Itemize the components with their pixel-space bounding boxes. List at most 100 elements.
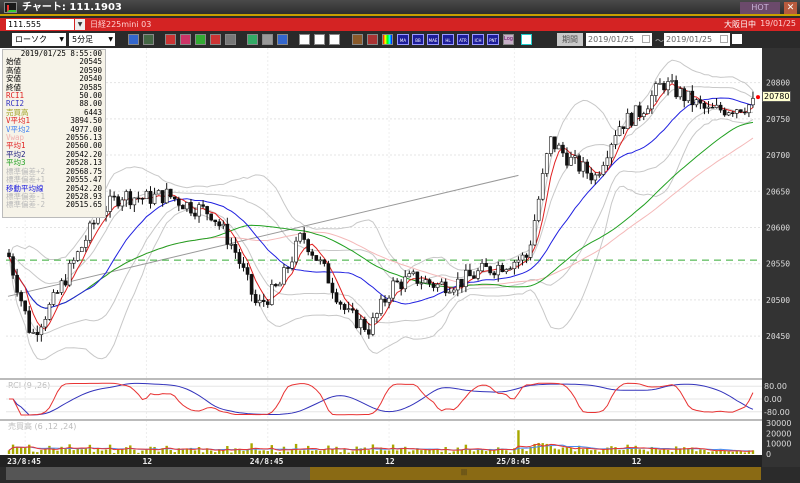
navigator-selection[interactable] [310, 467, 761, 480]
pen-icon[interactable] [367, 34, 378, 45]
symbol-input[interactable] [6, 19, 74, 30]
volume-bar [11, 444, 15, 454]
calendar-icon[interactable] [720, 35, 728, 43]
candle-body [508, 268, 513, 271]
candle-body [338, 301, 343, 305]
volume-title: 売買高 (6 ,12 ,24) [8, 421, 76, 431]
indicator-hl-button[interactable]: HL [442, 34, 454, 45]
info-panel: 2019/01/25 8:55:00 始値 20545 高値 20590 安値 20540… [2, 49, 106, 218]
candle-body [7, 252, 11, 257]
candle-body [245, 267, 250, 275]
candle-body [730, 112, 735, 115]
period-checkbox[interactable] [732, 34, 742, 44]
toolbar: ローソク ▼ 5分足 ▼ MA BB MAE HL ATR ICH PNT Log 期間 201… [0, 31, 800, 48]
calendar-icon[interactable] [642, 35, 650, 43]
indicator-ma-button[interactable]: MA [397, 34, 409, 45]
link-right-tool-icon[interactable] [314, 34, 325, 45]
volume-bar [23, 447, 27, 454]
date-to-input[interactable]: 2019/01/25 [664, 33, 730, 46]
rainbow-icon[interactable] [382, 34, 393, 45]
rci-tick-label: -80.00 [764, 408, 790, 417]
indicator-bb-button[interactable]: BB [412, 34, 424, 45]
hot-button[interactable]: HOT [740, 2, 780, 14]
candle-body [128, 191, 133, 206]
eraser-tool-icon[interactable] [277, 34, 288, 45]
candle-body [144, 190, 149, 200]
volume-bar [230, 452, 233, 454]
volume-bar [541, 443, 544, 454]
time-tick-label: 12 [632, 457, 642, 466]
indicator-pnt-button[interactable]: PNT [487, 34, 499, 45]
candle [391, 277, 395, 302]
candle-body [164, 188, 169, 204]
volume-bar [727, 451, 730, 454]
volume-bar [169, 450, 172, 454]
candle [75, 250, 80, 262]
volume-bar [626, 444, 629, 454]
candle-body [290, 261, 294, 269]
close-button[interactable]: ✕ [784, 2, 797, 14]
candle-body [662, 83, 666, 91]
target-tool-icon[interactable] [180, 34, 191, 45]
candle-body [367, 329, 371, 335]
volume-bar [666, 449, 670, 454]
chart-fit-tool-icon[interactable] [195, 34, 206, 45]
volume-bar [282, 446, 286, 454]
candle-body [512, 261, 517, 270]
navigator-scrollbar[interactable]: ||| [6, 467, 761, 480]
settings-icon[interactable] [352, 34, 363, 45]
candle-body [447, 291, 452, 294]
volume-bar [339, 452, 342, 454]
candle-body [674, 80, 678, 98]
candle-body [500, 265, 505, 273]
volume-bar [509, 452, 512, 454]
volume-bar [731, 451, 734, 454]
link-left-tool-icon[interactable] [299, 34, 310, 45]
rci-tick-label: 80.00 [764, 382, 787, 391]
candle-body [593, 174, 598, 181]
color-palette-icon[interactable] [521, 34, 532, 45]
pointer-tool-icon[interactable] [262, 34, 273, 45]
disabled-tool-icon[interactable] [225, 34, 236, 45]
candle-body [561, 144, 565, 154]
volume-bar [19, 447, 23, 454]
symbol-dropdown-icon[interactable]: ▼ [75, 19, 85, 30]
volume-bar [590, 450, 593, 454]
volume-bar [319, 450, 322, 454]
volume-bar [32, 451, 35, 454]
chart-type-select[interactable]: ローソク ▼ [12, 33, 66, 46]
window-title: チャート: 111.1903 [22, 2, 122, 13]
market-label: 大阪日中 [724, 20, 756, 29]
candle [59, 278, 64, 296]
crosshair-tool-icon[interactable] [143, 34, 154, 45]
volume-bar [88, 444, 92, 454]
draw-tool-icon[interactable] [247, 34, 258, 45]
navigator-grip-icon[interactable]: ||| [461, 469, 467, 476]
candle [209, 213, 213, 222]
candle-body [27, 310, 32, 333]
buy-sell-tool-icon[interactable] [165, 34, 176, 45]
volume-bar [670, 451, 674, 454]
interval-select[interactable]: 5分足 ▼ [69, 33, 115, 46]
volume-bar [307, 445, 310, 454]
candle-body [751, 98, 755, 106]
split-tool-icon[interactable] [210, 34, 221, 45]
volume-bar [497, 447, 500, 454]
date-from-input[interactable]: 2019/01/25 [586, 33, 652, 46]
price-chart[interactable]: 20800 20750 20700 20650 20600 20550 20500 20450… [0, 48, 800, 467]
price-tick-label: 20700 [766, 151, 790, 160]
period-button[interactable]: 期間 [557, 33, 583, 46]
volume-bar [484, 451, 488, 454]
candle-body [43, 319, 48, 328]
volume-bar [367, 450, 371, 454]
indicator-ich-button[interactable]: ICH [472, 34, 484, 45]
indicator-atr-button[interactable]: ATR [457, 34, 469, 45]
rci-tick-label: 0.00 [764, 395, 782, 404]
volume-bar [707, 452, 710, 454]
volume-bar [646, 451, 650, 454]
all-tool-icon[interactable] [329, 34, 340, 45]
indicator-mae-button[interactable]: MAE [427, 34, 439, 45]
log-button[interactable]: Log [503, 34, 514, 45]
zoom-tool-icon[interactable] [128, 34, 139, 45]
volume-bar [448, 452, 451, 454]
